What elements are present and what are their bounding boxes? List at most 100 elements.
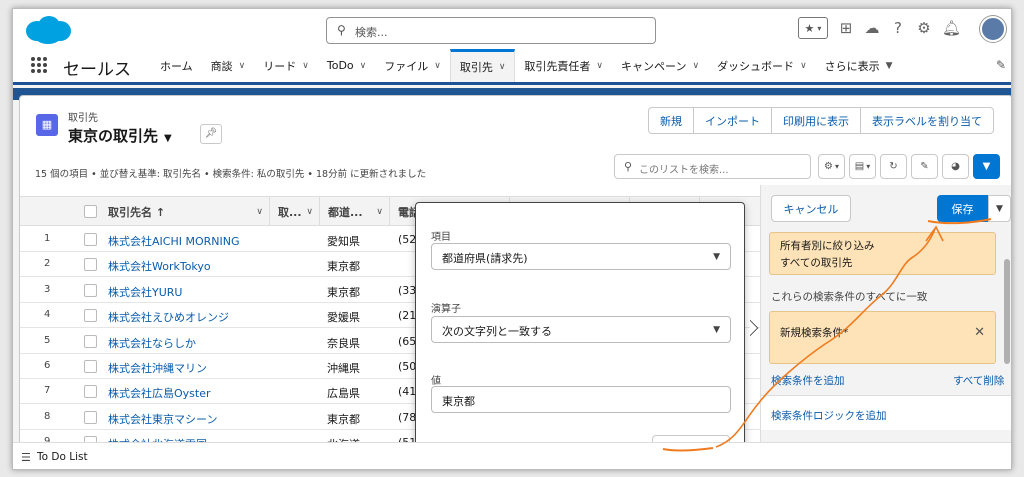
chevron-down-icon[interactable]: ▼ (886, 61, 893, 71)
new-filter-card[interactable]: 新規検索条件* ✕ (769, 311, 996, 364)
filter-panel-scrollbar[interactable] (1004, 259, 1010, 364)
global-header: ⚲ 検索... ★ ▾ ⊞ ☁ ? ⚙ 🔔︎ (13, 9, 1011, 49)
field-select[interactable]: 都道府県(請求先) ▼ (431, 243, 731, 270)
remove-all-link[interactable]: すべて削除 (953, 373, 1004, 388)
prefecture-cell: 東京都 (327, 285, 360, 299)
column-header-name[interactable]: 取引先名 ↑ ∨ (100, 197, 270, 226)
row-checkbox[interactable] (84, 283, 97, 297)
table-icon: ▤ (854, 161, 865, 172)
chevron-down-icon[interactable]: ∨ (256, 207, 263, 217)
list-icon: ☰ (21, 451, 31, 464)
row-number: 1 (44, 233, 51, 244)
operator-select[interactable]: 次の文字列と一致する ▼ (431, 316, 731, 343)
chevron-down-icon[interactable]: ▼ (164, 133, 172, 144)
owner-filter-card[interactable]: 所有者別に絞り込み すべての取引先 (769, 232, 996, 275)
display-as-button[interactable]: ▤ ▾ (849, 154, 876, 179)
select-all-checkbox[interactable] (84, 205, 97, 218)
row-checkbox[interactable] (84, 233, 97, 246)
salesforce-logo-icon[interactable] (23, 15, 73, 48)
import-button[interactable]: インポート (693, 107, 772, 134)
row-number: 8 (44, 410, 51, 422)
utility-bar: ☰ To Do List (13, 442, 1011, 469)
row-checkbox[interactable] (84, 309, 97, 323)
row-number: 3 (44, 283, 51, 295)
nav-item-opportunities[interactable]: 商談 ∨ (202, 49, 255, 82)
account-name-link[interactable]: 株式会社えひめオレンジ (108, 309, 229, 325)
value-input[interactable]: 東京都 (431, 386, 731, 413)
chevron-down-icon: ▾ (866, 162, 871, 171)
chevron-down-icon[interactable]: ∨ (306, 207, 313, 217)
charts-button[interactable]: ◕ (942, 154, 969, 179)
favorites-button[interactable]: ★ ▾ (798, 17, 828, 39)
filter-panel: キャンセル 保存 ▼ 所有者別に絞り込み すべての取引先 これらの検索条件のすべ… (760, 185, 1011, 455)
app-nav-bar: セールス ホーム 商談 ∨ リード ∨ ToDo ∨ ファイル ∨ 取引先 ∨ 取引先責任… (13, 49, 1011, 85)
match-all-text: これらの検索条件のすべてに一致 (771, 291, 928, 303)
nav-item-todo[interactable]: ToDo ∨ (318, 49, 375, 82)
nav-item-leads[interactable]: リード ∨ (254, 49, 318, 82)
pin-icon[interactable]: 📌︎ (200, 124, 222, 144)
help-icon[interactable]: ? (890, 20, 906, 36)
chevron-down-icon[interactable]: ∨ (360, 61, 367, 71)
add-filter-logic-link[interactable]: 検索条件ロジックを追加 (771, 408, 887, 423)
list-view-selector[interactable]: 東京の取引先 ▼ (68, 125, 172, 146)
edit-nav-icon[interactable]: ✎ (996, 58, 1006, 72)
chevron-down-icon[interactable]: ∨ (596, 61, 603, 71)
filter-button[interactable]: ▼ (973, 154, 1000, 179)
cancel-button[interactable]: キャンセル (771, 195, 851, 222)
chevron-down-icon[interactable]: ∨ (239, 61, 246, 71)
chevron-down-icon: ▾ (834, 162, 839, 171)
chevron-down-icon[interactable]: ∨ (800, 61, 807, 71)
chevron-down-icon[interactable]: ∨ (434, 61, 441, 71)
todo-list-button[interactable]: To Do List (37, 451, 88, 463)
account-name-link[interactable]: 株式会社WorkTokyo (108, 258, 211, 274)
chevron-down-icon[interactable]: ∨ (376, 207, 383, 217)
refresh-button[interactable]: ↻ (880, 154, 907, 179)
cloud-icon[interactable]: ☁ (864, 20, 880, 36)
chevron-down-icon[interactable]: ∨ (302, 61, 309, 71)
account-name-link[interactable]: 株式会社広島Oyster (108, 385, 211, 401)
account-name-link[interactable]: 株式会社AICHI MORNING (108, 233, 239, 249)
row-checkbox[interactable] (84, 334, 97, 348)
global-search-input[interactable]: ⚲ 検索... (326, 17, 656, 44)
row-checkbox[interactable] (84, 385, 97, 399)
row-checkbox[interactable] (84, 360, 97, 373)
chevron-down-icon[interactable]: ∨ (499, 62, 506, 72)
new-button[interactable]: 新規 (648, 107, 694, 134)
setup-icon[interactable]: ⚙ (916, 20, 932, 36)
prefecture-cell: 愛知県 (327, 235, 360, 248)
list-search-input[interactable]: ⚲ このリストを検索... (614, 154, 811, 179)
app-launcher-icon[interactable] (31, 57, 47, 73)
close-icon[interactable]: ✕ (974, 325, 985, 340)
save-menu-button[interactable]: ▼ (988, 195, 1011, 222)
nav-item-accounts[interactable]: 取引先 ∨ (449, 49, 516, 82)
printable-view-button[interactable]: 印刷用に表示 (771, 107, 861, 134)
list-meta-text: 15 個の項目 • 並び替え基準: 取引先名 • 検索条件: 私の取引先 • 1… (35, 169, 427, 180)
add-icon[interactable]: ⊞ (838, 20, 854, 36)
nav-item-files[interactable]: ファイル ∨ (375, 49, 450, 82)
row-checkbox[interactable] (84, 410, 97, 424)
chevron-down-icon: ▼ (713, 252, 720, 262)
save-button[interactable]: 保存 (937, 195, 988, 222)
assign-label-button[interactable]: 表示ラベルを割り当て (860, 107, 994, 134)
add-filter-link[interactable]: 検索条件を追加 (771, 373, 845, 388)
column-header-prefecture[interactable]: 都道... ∨ (320, 197, 390, 226)
field-label: 項目 (431, 232, 451, 243)
nav-item-contacts[interactable]: 取引先責任者 ∨ (515, 49, 612, 82)
chevron-down-icon[interactable]: ∨ (692, 61, 699, 71)
nav-item-home[interactable]: ホーム (151, 49, 202, 82)
inline-edit-button[interactable]: ✎ (911, 154, 938, 179)
avatar[interactable] (980, 16, 1006, 42)
bell-icon[interactable]: 🔔︎ (942, 20, 961, 36)
account-name-link[interactable]: 株式会社沖縄マリン (108, 360, 207, 376)
chevron-down-icon: ▼ (713, 325, 720, 335)
list-settings-button[interactable]: ⚙ ▾ (818, 154, 845, 179)
account-name-link[interactable]: 株式会社東京マシーン (108, 411, 217, 427)
nav-item-more[interactable]: さらに表示 ▼ (816, 49, 902, 82)
row-checkbox[interactable] (84, 258, 97, 272)
nav-item-dashboards[interactable]: ダッシュボード ∨ (708, 49, 816, 82)
account-name-link[interactable]: 株式会社ならしか (108, 335, 196, 351)
column-header-owner[interactable]: 取... ∨ (270, 197, 320, 226)
prefecture-cell: 東京都 (327, 412, 360, 426)
account-name-link[interactable]: 株式会社YURU (108, 284, 182, 300)
nav-item-campaigns[interactable]: キャンペーン ∨ (612, 49, 708, 82)
